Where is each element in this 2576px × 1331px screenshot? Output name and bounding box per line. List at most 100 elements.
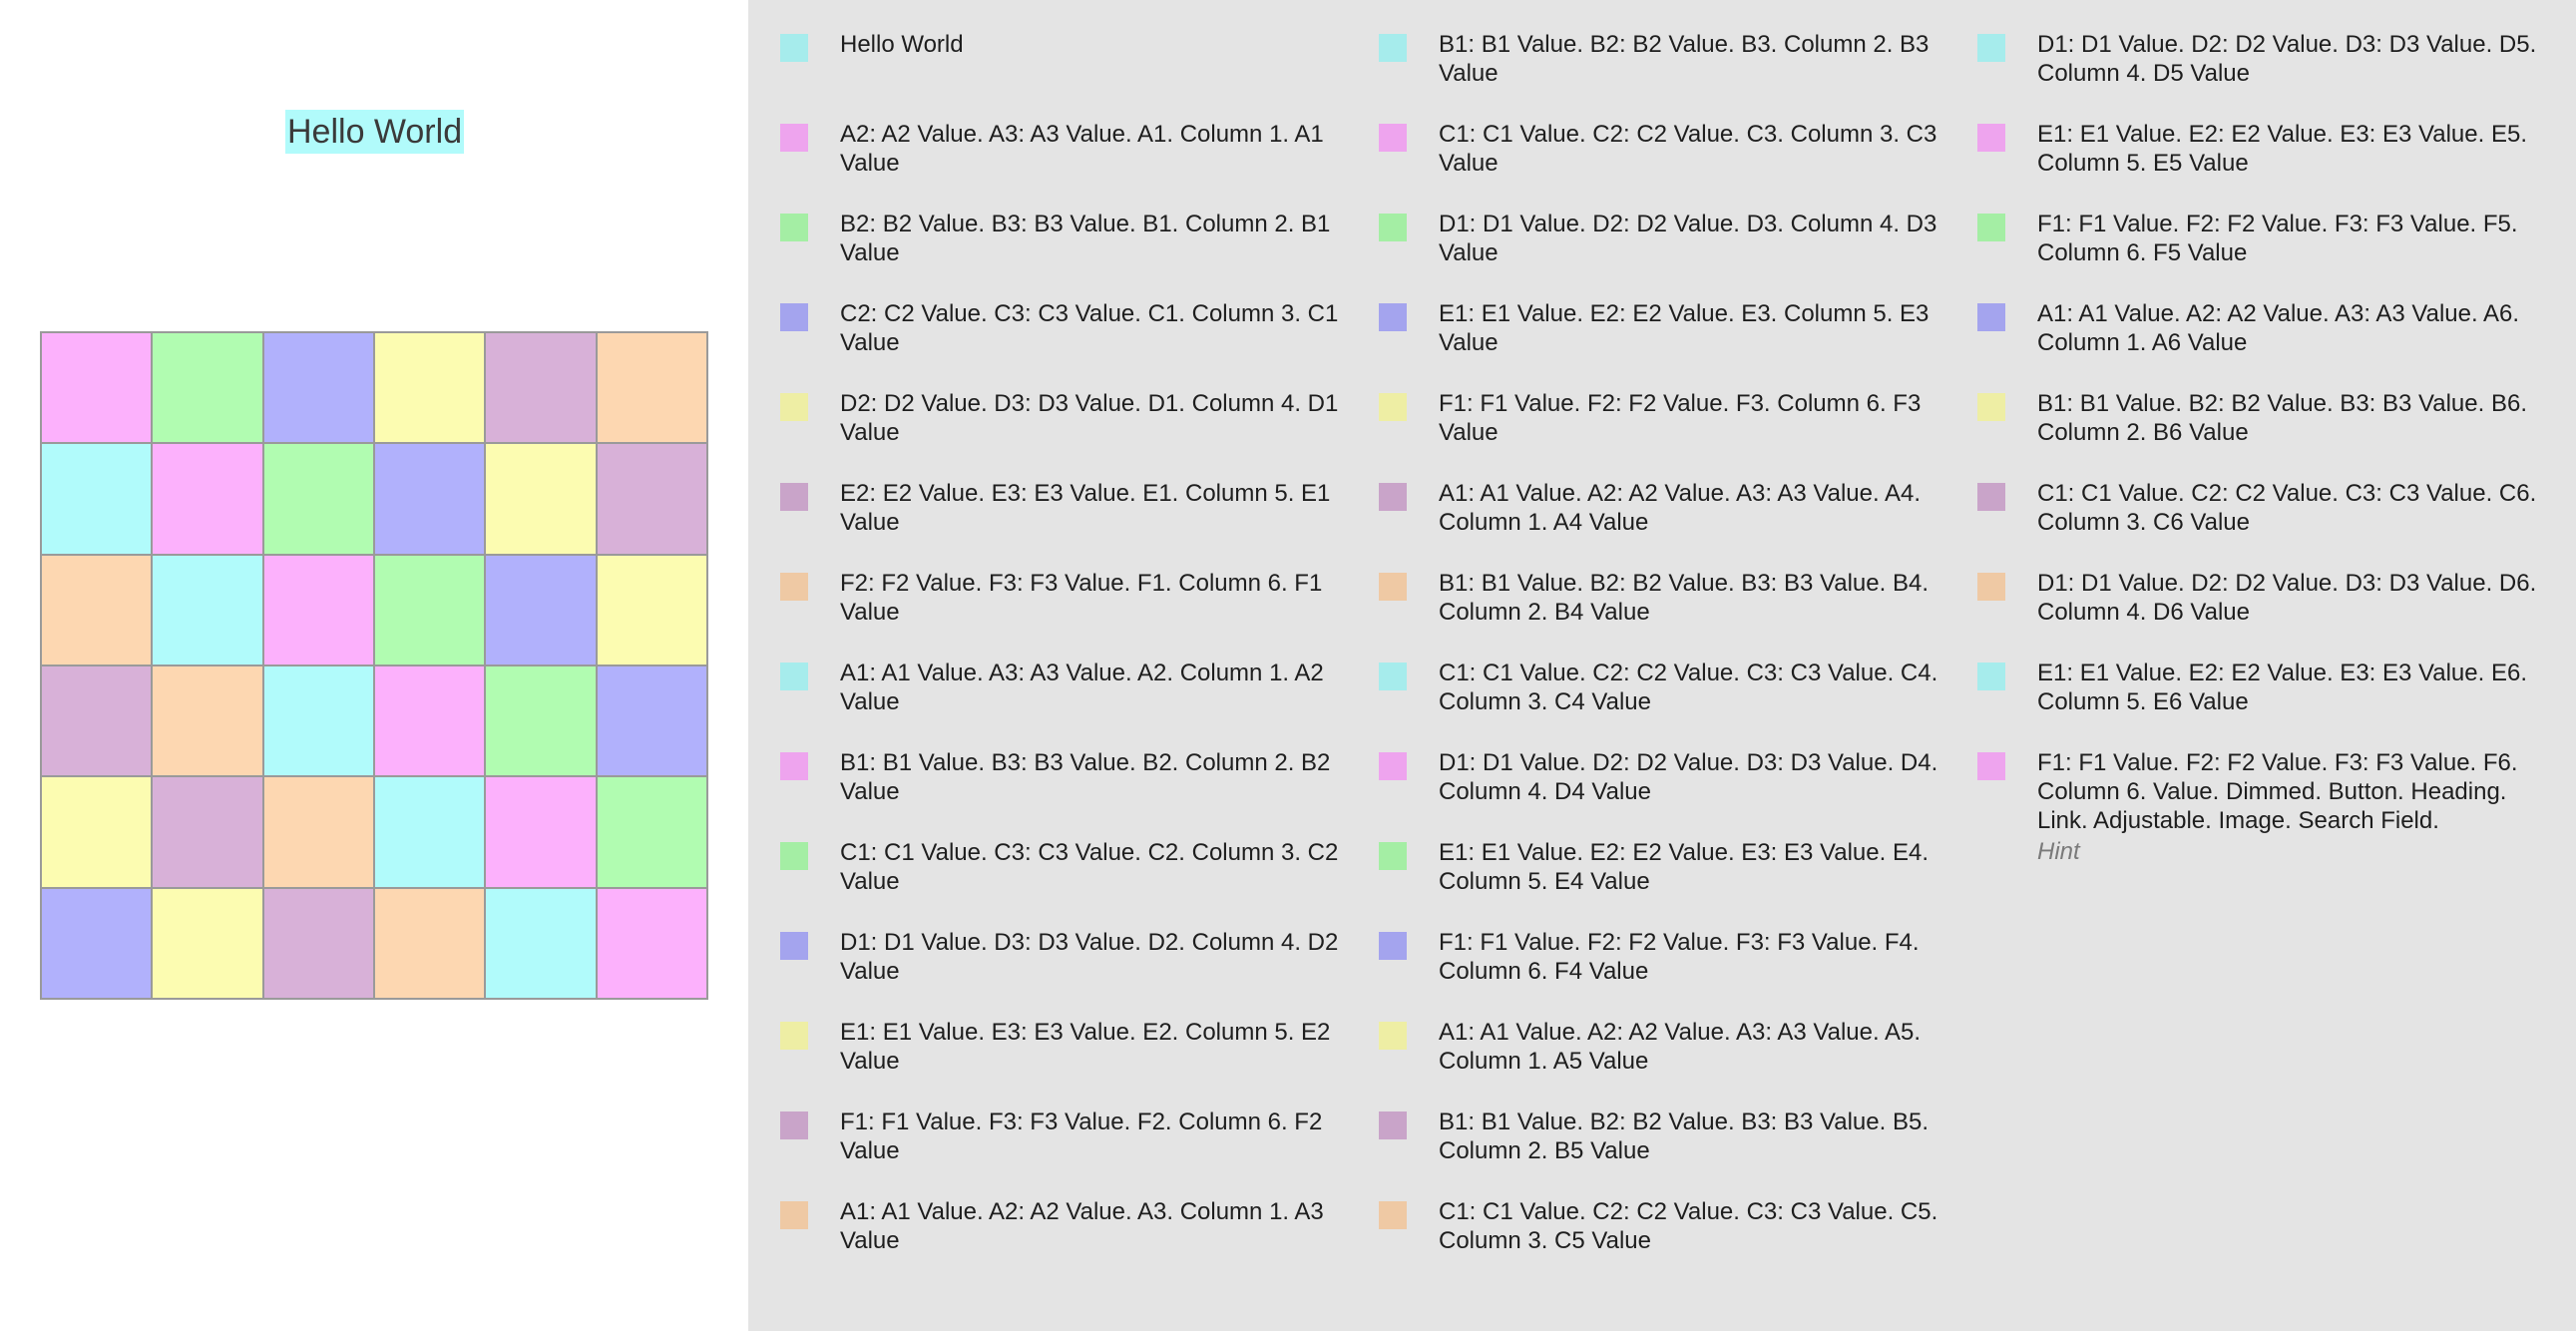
grid-cell[interactable] [41, 332, 153, 444]
color-swatch-icon [780, 483, 808, 511]
list-item[interactable]: D2: D2 Value. D3: D3 Value. D1. Column 4… [780, 389, 1359, 479]
list-item[interactable]: F1: F1 Value. F3: F3 Value. F2. Column 6… [780, 1108, 1359, 1197]
list-item[interactable]: F1: F1 Value. F2: F2 Value. F3: F3 Value… [1977, 210, 2556, 299]
list-item[interactable]: A1: A1 Value. A2: A2 Value. A3. Column 1… [780, 1197, 1359, 1287]
list-item[interactable]: D1: D1 Value. D2: D2 Value. D3: D3 Value… [1977, 30, 2556, 120]
list-item-label: D1: D1 Value. D2: D2 Value. D3: D3 Value… [2037, 570, 2537, 626]
list-item[interactable]: E2: E2 Value. E3: E3 Value. E1. Column 5… [780, 479, 1359, 569]
list-item[interactable]: E1: E1 Value. E2: E2 Value. E3. Column 5… [1379, 299, 1957, 389]
list-column-2: B1: B1 Value. B2: B2 Value. B3. Column 2… [1379, 30, 1957, 1287]
list-item[interactable]: C1: C1 Value. C2: C2 Value. C3: C3 Value… [1977, 479, 2556, 569]
list-item[interactable]: A1: A1 Value. A2: A2 Value. A3: A3 Value… [1379, 1018, 1957, 1108]
grid-cell[interactable] [596, 887, 707, 999]
grid-cell[interactable] [485, 887, 597, 999]
grid-cell[interactable] [596, 776, 707, 888]
list-item[interactable]: E1: E1 Value. E2: E2 Value. E3: E3 Value… [1977, 120, 2556, 210]
list-item[interactable]: D1: D1 Value. D2: D2 Value. D3: D3 Value… [1379, 748, 1957, 838]
color-swatch-icon [1379, 483, 1407, 511]
grid-cell[interactable] [374, 666, 486, 777]
list-item[interactable]: B1: B1 Value. B2: B2 Value. B3: B3 Value… [1379, 1108, 1957, 1197]
list-item[interactable]: B1: B1 Value. B2: B2 Value. B3: B3 Value… [1977, 389, 2556, 479]
color-swatch-icon [1379, 214, 1407, 241]
grid-cell[interactable] [262, 332, 374, 444]
grid-cell[interactable] [485, 666, 597, 777]
color-swatch-icon [780, 1201, 808, 1229]
list-item[interactable]: C1: C1 Value. C3: C3 Value. C2. Column 3… [780, 838, 1359, 928]
grid-cell[interactable] [262, 776, 374, 888]
grid-cell[interactable] [596, 666, 707, 777]
list-item[interactable]: C1: C1 Value. C2: C2 Value. C3: C3 Value… [1379, 1197, 1957, 1287]
grid-cell[interactable] [41, 666, 153, 777]
color-swatch-icon [1977, 303, 2005, 331]
list-item[interactable]: C1: C1 Value. C2: C2 Value. C3: C3 Value… [1379, 659, 1957, 748]
list-item[interactable]: A1: A1 Value. A3: A3 Value. A2. Column 1… [780, 659, 1359, 748]
list-item[interactable]: Hello World [780, 30, 1359, 120]
list-item[interactable]: B1: B1 Value. B2: B2 Value. B3: B3 Value… [1379, 569, 1957, 659]
list-item-label: F1: F1 Value. F2: F2 Value. F3: F3 Value… [2037, 749, 2518, 834]
grid-cell[interactable] [374, 554, 486, 666]
grid-cell[interactable] [596, 332, 707, 444]
grid-cell[interactable] [152, 887, 263, 999]
color-swatch-icon [780, 663, 808, 690]
color-swatch-icon [780, 573, 808, 601]
list-item[interactable]: A1: A1 Value. A2: A2 Value. A3: A3 Value… [1379, 479, 1957, 569]
grid-cell[interactable] [374, 776, 486, 888]
color-swatch-icon [1977, 573, 2005, 601]
list-item[interactable]: F1: F1 Value. F2: F2 Value. F3. Column 6… [1379, 389, 1957, 479]
list-item[interactable]: F2: F2 Value. F3: F3 Value. F1. Column 6… [780, 569, 1359, 659]
grid-cell[interactable] [262, 666, 374, 777]
grid-cell[interactable] [41, 887, 153, 999]
list-item[interactable]: B1: B1 Value. B2: B2 Value. B3. Column 2… [1379, 30, 1957, 120]
grid-cell[interactable] [374, 887, 486, 999]
list-item-label: A1: A1 Value. A2: A2 Value. A3: A3 Value… [1439, 480, 1922, 536]
list-item[interactable]: B1: B1 Value. B3: B3 Value. B2. Column 2… [780, 748, 1359, 838]
list-item[interactable]: F1: F1 Value. F2: F2 Value. F3: F3 Value… [1977, 748, 2556, 838]
grid-cell[interactable] [41, 443, 153, 555]
grid-cell[interactable] [152, 776, 263, 888]
grid-cell[interactable] [152, 554, 263, 666]
list-item[interactable]: D1: D1 Value. D3: D3 Value. D2. Column 4… [780, 928, 1359, 1018]
color-swatch-icon [780, 842, 808, 870]
grid-cell[interactable] [152, 666, 263, 777]
list-item[interactable]: E1: E1 Value. E2: E2 Value. E3: E3 Value… [1977, 659, 2556, 748]
grid-cell[interactable] [152, 332, 263, 444]
grid-cell[interactable] [485, 554, 597, 666]
list-item[interactable]: B2: B2 Value. B3: B3 Value. B1. Column 2… [780, 210, 1359, 299]
color-swatch-icon [1379, 1201, 1407, 1229]
list-item[interactable]: D1: D1 Value. D2: D2 Value. D3: D3 Value… [1977, 569, 2556, 659]
list-item-label: F2: F2 Value. F3: F3 Value. F1. Column 6… [840, 570, 1323, 626]
color-swatch-icon [1379, 34, 1407, 62]
grid-cell[interactable] [262, 554, 374, 666]
color-swatch-icon [780, 124, 808, 152]
list-item[interactable]: D1: D1 Value. D2: D2 Value. D3. Column 4… [1379, 210, 1957, 299]
grid-cell[interactable] [485, 443, 597, 555]
list-item-label: E1: E1 Value. E2: E2 Value. E3: E3 Value… [2037, 660, 2527, 715]
grid-cell[interactable] [41, 554, 153, 666]
grid-cell[interactable] [374, 443, 486, 555]
list-item[interactable]: E1: E1 Value. E2: E2 Value. E3: E3 Value… [1379, 838, 1957, 928]
grid-cell[interactable] [596, 554, 707, 666]
list-column-1: Hello World A2: A2 Value. A3: A3 Value. A… [780, 30, 1359, 1287]
list-item-label: E1: E1 Value. E2: E2 Value. E3. Column 5… [1439, 300, 1930, 356]
list-item[interactable]: F1: F1 Value. F2: F2 Value. F3: F3 Value… [1379, 928, 1957, 1018]
grid-cell[interactable] [152, 443, 263, 555]
list-item-label: F1: F1 Value. F3: F3 Value. F2. Column 6… [840, 1109, 1323, 1164]
list-item[interactable]: A2: A2 Value. A3: A3 Value. A1. Column 1… [780, 120, 1359, 210]
list-item[interactable]: C2: C2 Value. C3: C3 Value. C1. Column 3… [780, 299, 1359, 389]
grid-cell[interactable] [262, 443, 374, 555]
color-swatch-icon [1379, 842, 1407, 870]
list-item[interactable]: E1: E1 Value. E3: E3 Value. E2. Column 5… [780, 1018, 1359, 1108]
list-item[interactable]: C1: C1 Value. C2: C2 Value. C3. Column 3… [1379, 120, 1957, 210]
color-swatch-icon [780, 34, 808, 62]
color-swatch-icon [1379, 1111, 1407, 1139]
list-item-label: C2: C2 Value. C3: C3 Value. C1. Column 3… [840, 300, 1339, 356]
color-swatch-icon [1977, 214, 2005, 241]
grid-cell[interactable] [485, 332, 597, 444]
hello-world-title[interactable]: Hello World [285, 110, 465, 154]
grid-cell[interactable] [596, 443, 707, 555]
grid-cell[interactable] [262, 887, 374, 999]
grid-cell[interactable] [485, 776, 597, 888]
grid-cell[interactable] [41, 776, 153, 888]
grid-cell[interactable] [374, 332, 486, 444]
list-item[interactable]: A1: A1 Value. A2: A2 Value. A3: A3 Value… [1977, 299, 2556, 389]
